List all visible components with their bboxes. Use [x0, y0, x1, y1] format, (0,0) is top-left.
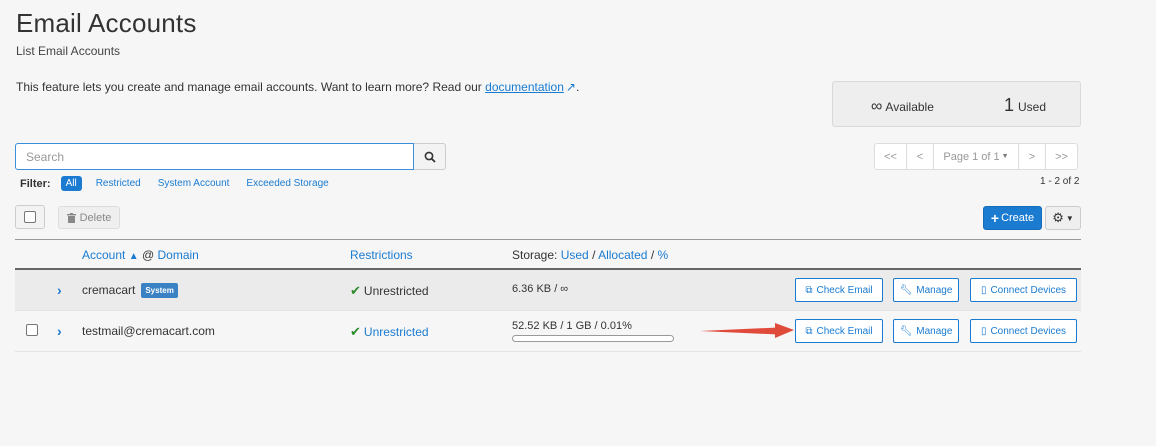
search-button[interactable] [414, 143, 446, 170]
external-link-icon: ↗ [565, 80, 576, 94]
documentation-link[interactable]: documentation [485, 80, 564, 94]
used-count: 1 [1004, 95, 1015, 115]
sort-allocated[interactable]: Allocated [598, 248, 647, 262]
check-icon: ✔ [350, 283, 361, 298]
filter-bar: Filter: All Restricted System Account Ex… [20, 176, 346, 191]
check-email-button[interactable]: ⧉ Check Email [795, 278, 883, 302]
caret-down-icon: ▼ [1065, 213, 1074, 223]
manage-button[interactable]: 🔧︎ Manage [893, 278, 959, 302]
stat-available: ∞ Available [871, 98, 934, 115]
sort-percent[interactable]: % [658, 248, 669, 262]
account-cell: cremacart System [82, 283, 178, 298]
checkbox-box [24, 211, 36, 223]
filter-all[interactable]: All [60, 176, 82, 191]
mobile-icon: ▯ [980, 325, 987, 337]
manage-button[interactable]: 🔧︎ Manage [893, 319, 959, 343]
filter-exceeded-storage[interactable]: Exceeded Storage [246, 178, 328, 189]
account-name: cremacart [82, 283, 136, 297]
edit-icon: ⧉ [805, 325, 813, 337]
trash-icon [66, 212, 76, 223]
page-select[interactable]: Page 1 of 1 ▼ [933, 143, 1019, 170]
search-icon [424, 151, 436, 163]
result-range: 1 - 2 of 2 [1040, 176, 1080, 187]
create-button[interactable]: + Create [983, 206, 1042, 230]
filter-label: Filter: [20, 177, 51, 190]
annotation-arrow [700, 323, 794, 338]
mobile-icon: ▯ [980, 284, 987, 296]
pagination: << < Page 1 of 1 ▼ > >> [874, 143, 1078, 170]
restriction-cell: ✔ Unrestricted [350, 283, 429, 298]
account-name: testmail@cremacart.com [82, 324, 215, 338]
prev-page-button[interactable]: < [906, 143, 934, 170]
page-subtitle: List Email Accounts [16, 44, 121, 58]
check-icon: ✔ [350, 324, 361, 339]
stat-used: 1 Used [1004, 95, 1047, 115]
caret-down-icon: ▼ [1001, 153, 1009, 160]
column-account[interactable]: Account ▲ @ Domain [82, 248, 199, 262]
first-page-button[interactable]: << [874, 143, 907, 170]
column-restrictions[interactable]: Restrictions [350, 248, 413, 262]
table-row: › testmail@cremacart.com ✔ Unrestricted 5… [15, 311, 1081, 352]
search-bar [15, 143, 446, 170]
connect-devices-button[interactable]: ▯ Connect Devices [970, 278, 1077, 302]
wrench-icon: 🔧︎ [899, 325, 913, 337]
restriction-cell[interactable]: ✔ Unrestricted [350, 324, 429, 340]
page-title: Email Accounts [16, 8, 197, 38]
plus-icon: + [990, 210, 1000, 226]
chevron-right-icon[interactable]: › [57, 323, 62, 339]
storage-cell: 6.36 KB / ∞ [512, 283, 569, 295]
table-header: Account ▲ @ Domain Restrictions Storage:… [15, 239, 1081, 270]
delete-button[interactable]: Delete [58, 206, 120, 229]
check-email-button[interactable]: ⧉ Check Email [795, 319, 883, 343]
system-badge: System [141, 283, 178, 298]
chevron-right-icon[interactable]: › [57, 282, 62, 298]
intro-text: This feature lets you create and manage … [16, 80, 580, 94]
edit-icon: ⧉ [805, 284, 813, 296]
last-page-button[interactable]: >> [1045, 143, 1078, 170]
wrench-icon: 🔧︎ [899, 284, 913, 296]
sort-used[interactable]: Used [561, 248, 589, 262]
storage-cell: 52.52 KB / 1 GB / 0.01% [512, 320, 632, 332]
column-storage: Storage: Used / Allocated / % [512, 248, 669, 262]
filter-system-account[interactable]: System Account [158, 178, 230, 189]
stats-box: ∞ Available 1 Used [832, 81, 1081, 127]
settings-dropdown-button[interactable]: ⚙ ▼ [1045, 206, 1081, 230]
select-all-checkbox[interactable] [15, 205, 45, 229]
caret-up-icon: ▲ [128, 251, 139, 262]
connect-devices-button[interactable]: ▯ Connect Devices [970, 319, 1077, 343]
table-row: › cremacart System ✔ Unrestricted 6.36 KB … [15, 270, 1081, 311]
search-input[interactable] [15, 143, 414, 170]
filter-restricted[interactable]: Restricted [96, 178, 141, 189]
infinity-symbol: ∞ [871, 98, 883, 115]
storage-usage-bar [512, 335, 674, 342]
row-checkbox[interactable] [26, 324, 38, 336]
next-page-button[interactable]: > [1018, 143, 1046, 170]
gear-icon: ⚙ [1052, 210, 1064, 225]
